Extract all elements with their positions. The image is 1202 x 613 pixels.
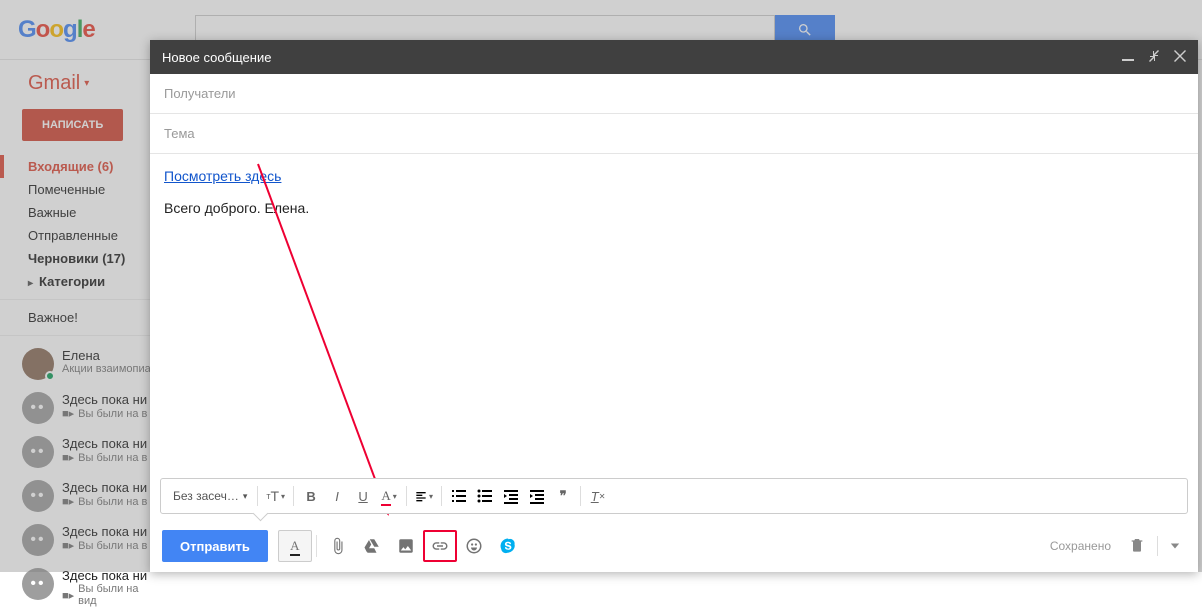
chat-subtitle: Акции взаимопиа xyxy=(62,363,151,375)
chat-item[interactable]: ЕленаАкции взаимопиа xyxy=(0,342,160,386)
chat-subtitle: ■▸Вы были на вид xyxy=(62,583,152,607)
underline-button[interactable]: U xyxy=(350,483,376,509)
avatar: •• xyxy=(22,568,54,600)
avatar: •• xyxy=(22,392,54,424)
indent-more-button[interactable] xyxy=(524,483,550,509)
nav-important-section[interactable]: Важное! xyxy=(0,306,160,329)
chat-subtitle: ■▸Вы были на в xyxy=(62,539,147,552)
nav-sent[interactable]: Отправленные xyxy=(0,224,160,247)
attach-button[interactable] xyxy=(321,530,355,562)
saved-status: Сохранено xyxy=(1050,539,1111,553)
chat-name: Здесь пока ни xyxy=(62,392,147,407)
chat-subtitle: ■▸Вы были на в xyxy=(62,495,147,508)
align-button[interactable]: ▾ xyxy=(411,483,437,509)
chat-subtitle: ■▸Вы были на в xyxy=(62,451,147,464)
chat-list: ЕленаАкции взаимопиа••Здесь пока ни■▸Вы … xyxy=(0,342,160,613)
remove-format-button[interactable]: T✕ xyxy=(585,483,611,509)
nav-categories[interactable]: Категории xyxy=(0,270,160,293)
text-color-button[interactable]: A▾ xyxy=(376,483,402,509)
avatar: •• xyxy=(22,436,54,468)
format-toolbar: Без засеч… ▾ тT▾ B I U A▾ ▾ ❞ T✕ xyxy=(160,478,1188,514)
indent-less-button[interactable] xyxy=(498,483,524,509)
indent-less-icon xyxy=(502,487,520,505)
chat-item[interactable]: •• Здесь пока ни■▸Вы были на в xyxy=(0,518,160,562)
body-hyperlink[interactable]: Посмотреть здесь xyxy=(164,168,281,184)
caret-down-icon: ▾ xyxy=(243,491,248,502)
paperclip-icon xyxy=(329,537,347,555)
subject-input[interactable] xyxy=(164,126,1184,141)
caret-down-icon: ▾ xyxy=(84,78,89,89)
trash-icon xyxy=(1129,537,1145,553)
close-button[interactable] xyxy=(1174,50,1186,65)
recipients-row[interactable] xyxy=(150,74,1198,114)
image-icon xyxy=(397,537,415,555)
chat-name: Здесь пока ни xyxy=(62,480,147,495)
avatar xyxy=(22,348,54,380)
gmail-label: Gmail xyxy=(28,72,80,95)
insert-photo-button[interactable] xyxy=(389,530,423,562)
bullet-list-icon xyxy=(476,487,494,505)
italic-button[interactable]: I xyxy=(324,483,350,509)
bold-button[interactable]: B xyxy=(298,483,324,509)
skype-button[interactable] xyxy=(491,530,525,562)
caret-down-icon xyxy=(1170,541,1180,551)
chat-item[interactable]: •• Здесь пока ни■▸Вы были на в xyxy=(0,386,160,430)
send-button[interactable]: Отправить xyxy=(162,530,268,562)
drive-button[interactable] xyxy=(355,530,389,562)
compose-button[interactable]: НАПИСАТЬ xyxy=(22,109,123,141)
align-icon xyxy=(415,490,427,502)
minimize-button[interactable] xyxy=(1122,50,1134,65)
numbered-list-button[interactable] xyxy=(446,483,472,509)
collapse-icon xyxy=(1148,50,1160,62)
close-icon xyxy=(1174,50,1186,62)
chat-name: Здесь пока ни xyxy=(62,436,147,451)
compose-body[interactable]: Посмотреть здесь Всего доброго. Елена. xyxy=(150,154,1198,478)
avatar: •• xyxy=(22,524,54,556)
numbered-list-icon xyxy=(450,487,468,505)
avatar: •• xyxy=(22,480,54,512)
formatting-toggle-button[interactable]: A xyxy=(278,530,312,562)
emoji-icon xyxy=(465,537,483,555)
nav-starred[interactable]: Помеченные xyxy=(0,178,160,201)
indent-more-icon xyxy=(528,487,546,505)
font-size-button[interactable]: тT▾ xyxy=(262,483,289,509)
chat-item[interactable]: •• Здесь пока ни■▸Вы были на в xyxy=(0,430,160,474)
compose-window: Новое сообщение Посмотреть здесь Всего д… xyxy=(150,40,1198,572)
text-format-icon: A xyxy=(290,538,299,554)
emoji-button[interactable] xyxy=(457,530,491,562)
body-text: Всего доброго. Елена. xyxy=(164,200,1184,216)
discard-button[interactable] xyxy=(1129,537,1145,556)
more-options-button[interactable] xyxy=(1170,539,1180,554)
chat-name: Здесь пока ни xyxy=(62,568,152,583)
insert-link-button[interactable] xyxy=(423,530,457,562)
minimize-icon xyxy=(1122,50,1134,62)
chat-name: Елена xyxy=(62,348,151,363)
collapse-button[interactable] xyxy=(1148,50,1160,65)
compose-bottom-bar: Отправить A Сохранено xyxy=(150,520,1198,572)
nav-inbox[interactable]: Входящие (6) xyxy=(0,155,160,178)
chat-item[interactable]: •• Здесь пока ни■▸Вы были на вид xyxy=(0,562,160,613)
skype-icon xyxy=(499,537,517,555)
drive-icon xyxy=(363,537,381,555)
gmail-dropdown[interactable]: Gmail ▾ xyxy=(0,72,160,109)
search-icon xyxy=(797,22,813,38)
nav-drafts[interactable]: Черновики (17) xyxy=(0,247,160,270)
google-logo: Google xyxy=(18,16,95,44)
recipients-input[interactable] xyxy=(164,86,1184,101)
folder-nav: Входящие (6) Помеченные Важные Отправлен… xyxy=(0,155,160,293)
compose-title: Новое сообщение xyxy=(162,50,1108,65)
nav-important[interactable]: Важные xyxy=(0,201,160,224)
font-family-label: Без засеч… xyxy=(173,489,239,503)
quote-button[interactable]: ❞ xyxy=(550,483,576,509)
subject-row[interactable] xyxy=(150,114,1198,154)
link-icon xyxy=(431,537,449,555)
font-family-select[interactable]: Без засеч… ▾ xyxy=(167,489,253,503)
chat-subtitle: ■▸Вы были на в xyxy=(62,407,147,420)
chat-item[interactable]: •• Здесь пока ни■▸Вы были на в xyxy=(0,474,160,518)
sidebar: Gmail ▾ НАПИСАТЬ Входящие (6) Помеченные… xyxy=(0,60,160,572)
chat-name: Здесь пока ни xyxy=(62,524,147,539)
bullet-list-button[interactable] xyxy=(472,483,498,509)
compose-header[interactable]: Новое сообщение xyxy=(150,40,1198,74)
